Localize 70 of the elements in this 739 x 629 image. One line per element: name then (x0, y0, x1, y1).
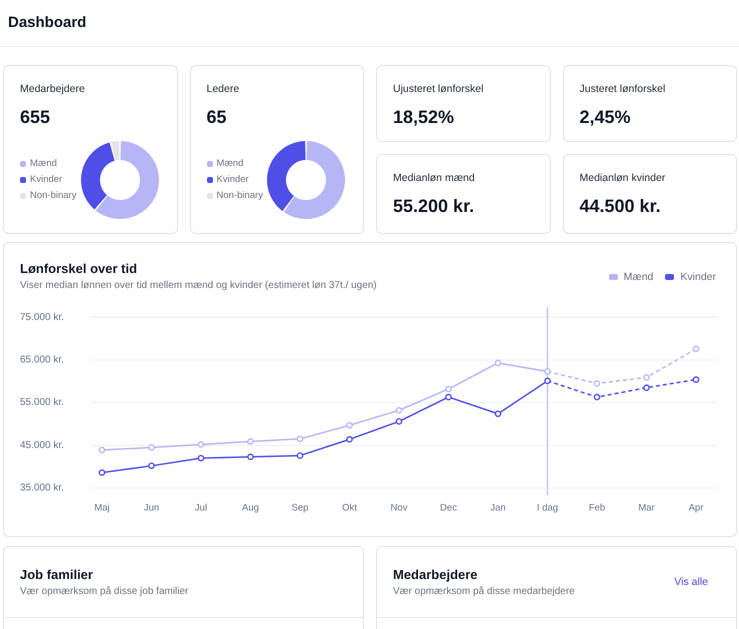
axis-label: Aug (242, 502, 259, 514)
axis-label: Jun (144, 502, 160, 514)
axis-label: 65.000 kr. (20, 354, 64, 366)
card-title: Ujusteret lønforskel (393, 82, 484, 96)
data-point (594, 380, 600, 387)
data-point (544, 368, 551, 375)
legend-label: Kvinder (680, 270, 716, 284)
data-point (98, 446, 106, 454)
panel-subtitle: Vær opmærksom på disse job familier (20, 585, 188, 599)
data-point (148, 462, 155, 470)
axis-label: Okt (342, 502, 357, 514)
data-point (198, 454, 204, 462)
stat-value: 55.200 kr. (393, 195, 476, 218)
axis-label: I dag (536, 502, 558, 514)
axis-label: Nov (390, 502, 408, 514)
data-point (494, 360, 502, 366)
axis-label: Apr (688, 502, 704, 514)
data-point (396, 418, 402, 425)
data-point (396, 407, 402, 414)
axis-label: Maj (94, 502, 110, 514)
data-point (247, 438, 254, 445)
legend-label: Mænd (624, 270, 654, 284)
data-point (544, 378, 551, 384)
panel-subtitle: Vær opmærksom på disse medarbejdere (393, 585, 575, 599)
view-all-link[interactable]: Vis alle (674, 575, 708, 589)
data-point (296, 452, 304, 459)
chart-subtitle: Viser median lønnen over tid mellem mænd og kvinder (estimeret løn 37t./ ugen) (20, 279, 377, 293)
data-point (643, 374, 650, 381)
legend-label: Kvinder (216, 174, 249, 186)
legend-label: Kvinder (30, 174, 62, 186)
panel-title: Medarbejdere (393, 566, 479, 584)
data-point (247, 454, 254, 460)
axis-label: Feb (588, 502, 606, 514)
data-point (198, 441, 204, 448)
data-point (494, 410, 502, 418)
data-point (296, 436, 304, 442)
data-point (594, 394, 600, 400)
card-title: Justeret lønforskel (580, 82, 666, 96)
data-point (692, 376, 700, 383)
stat-value: 2,45% (580, 106, 632, 129)
axis-label: Dec (440, 502, 457, 514)
legend-label: Mænd (30, 158, 57, 170)
axis-label: Jul (194, 502, 208, 514)
data-point (643, 384, 650, 392)
data-point (346, 422, 353, 429)
stat-value: 655 (20, 106, 52, 129)
stat-value: 65 (206, 106, 228, 129)
stat-value: 18,52% (393, 106, 456, 129)
axis-label: Mar (638, 502, 655, 514)
axis-label: 75.000 kr. (20, 312, 64, 323)
legend-label: Non-binary (216, 190, 263, 202)
legend-label: Non-binary (30, 190, 76, 202)
panel-title: Job familier (20, 566, 94, 584)
page-title: Dashboard (8, 12, 86, 33)
stat-value: 44.500 kr. (580, 195, 662, 218)
legend-label: Mænd (216, 158, 244, 170)
axis-label: Sep (292, 502, 308, 514)
card-title: Medarbejdere (20, 82, 86, 96)
axis-label: 55.000 kr. (20, 397, 64, 408)
data-point (346, 436, 353, 443)
card-title: Ledere (206, 82, 240, 96)
data-point (148, 444, 155, 451)
card-title: Medianløn mænd (393, 171, 476, 185)
data-point (692, 346, 700, 352)
axis-label: Jan (490, 502, 506, 514)
chart-title: Lønforskel over tid (20, 260, 138, 278)
axis-label: 45.000 kr. (20, 440, 64, 451)
axis-label: 35.000 kr. (20, 482, 64, 494)
card-title: Medianløn kvinder (580, 171, 666, 185)
data-point (98, 469, 106, 476)
